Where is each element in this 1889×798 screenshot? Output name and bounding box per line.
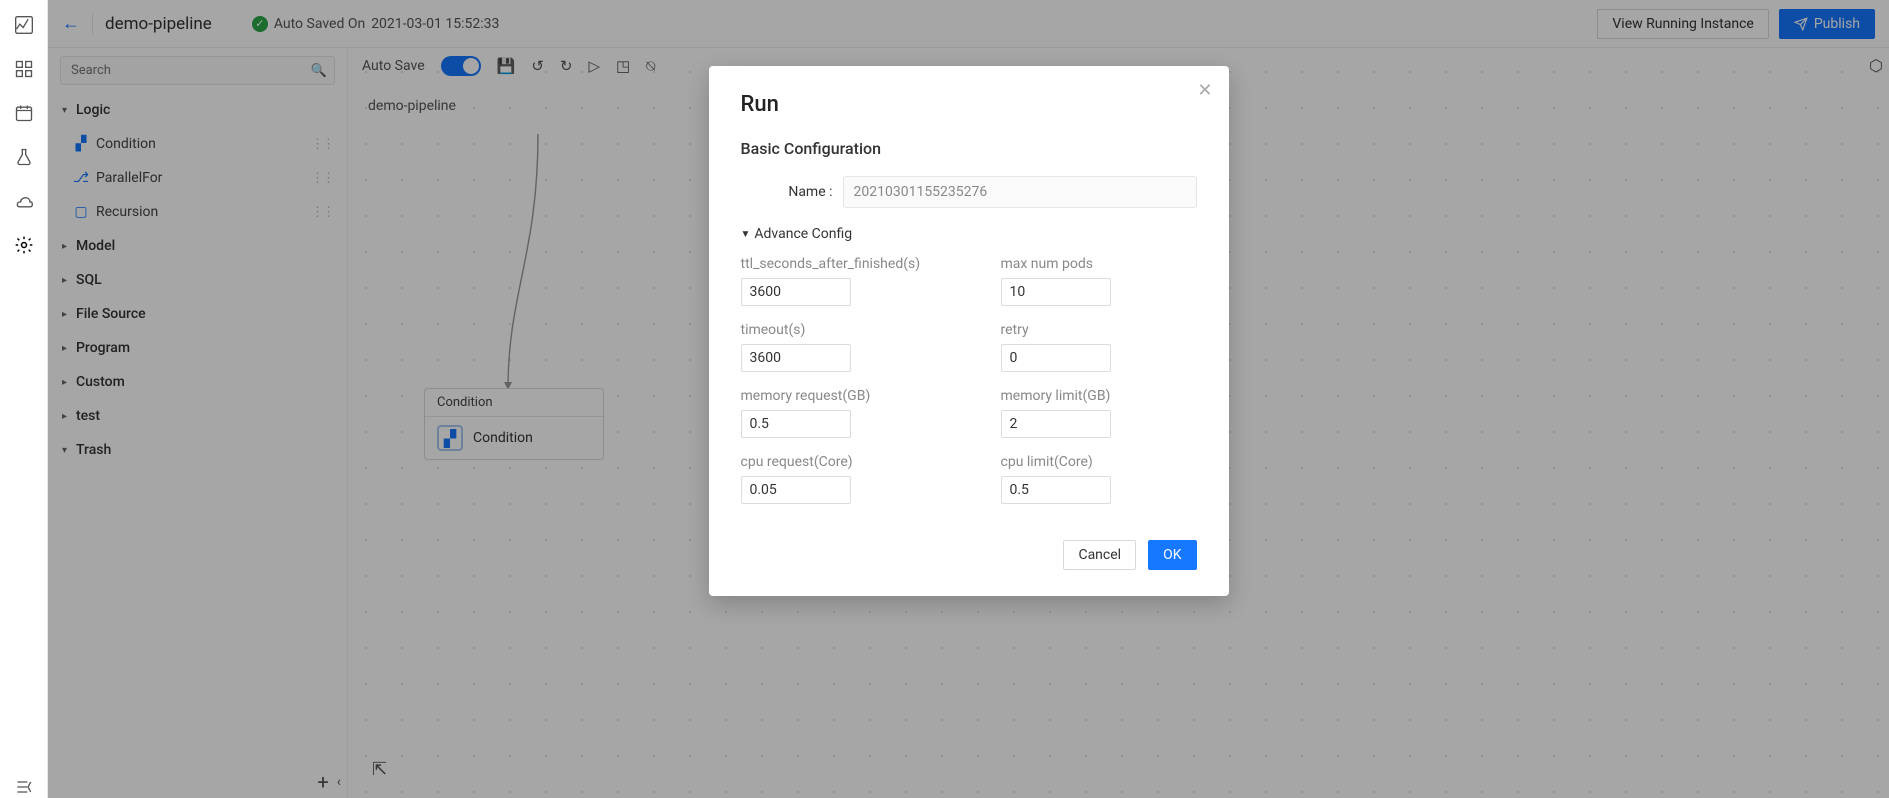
rail-settings-icon[interactable] [13,234,35,256]
name-input[interactable] [843,176,1197,208]
close-icon[interactable]: ✕ [1197,80,1212,101]
modal-section-title: Basic Configuration [741,139,1197,158]
rail-module-icon[interactable] [13,58,35,80]
advance-config-toggle[interactable]: ▼ Advance Config [741,226,1197,242]
maxpods-label: max num pods [1001,256,1197,272]
ttl-label: ttl_seconds_after_finished(s) [741,256,937,272]
left-rail [0,0,48,798]
rail-storage-icon[interactable] [13,190,35,212]
main-area: ← demo-pipeline ✓ Auto Saved On2021-03-0… [48,0,1889,798]
caret-down-icon: ▼ [741,229,751,240]
modal-title: Run [741,92,1197,117]
rail-schedule-icon[interactable] [13,102,35,124]
retry-label: retry [1001,322,1197,338]
memlim-input[interactable] [1001,410,1111,438]
cpureq-label: cpu request(Core) [741,454,937,470]
cancel-button[interactable]: Cancel [1063,540,1136,570]
cpulim-label: cpu limit(Core) [1001,454,1197,470]
ok-button[interactable]: OK [1148,540,1196,570]
advance-grid: ttl_seconds_after_finished(s) max num po… [741,256,1197,514]
cpulim-input[interactable] [1001,476,1111,504]
name-label: Name : [741,184,833,200]
run-modal: ✕ Run Basic Configuration Name : ▼ Advan… [709,66,1229,596]
rail-dashboard-icon[interactable] [13,14,35,36]
memlim-label: memory limit(GB) [1001,388,1197,404]
modal-overlay[interactable]: ✕ Run Basic Configuration Name : ▼ Advan… [48,0,1889,798]
memreq-label: memory request(GB) [741,388,937,404]
timeout-input[interactable] [741,344,851,372]
rail-experiment-icon[interactable] [13,146,35,168]
maxpods-input[interactable] [1001,278,1111,306]
cpureq-input[interactable] [741,476,851,504]
rail-collapse-icon[interactable] [13,776,35,798]
retry-input[interactable] [1001,344,1111,372]
ttl-input[interactable] [741,278,851,306]
timeout-label: timeout(s) [741,322,937,338]
memreq-input[interactable] [741,410,851,438]
